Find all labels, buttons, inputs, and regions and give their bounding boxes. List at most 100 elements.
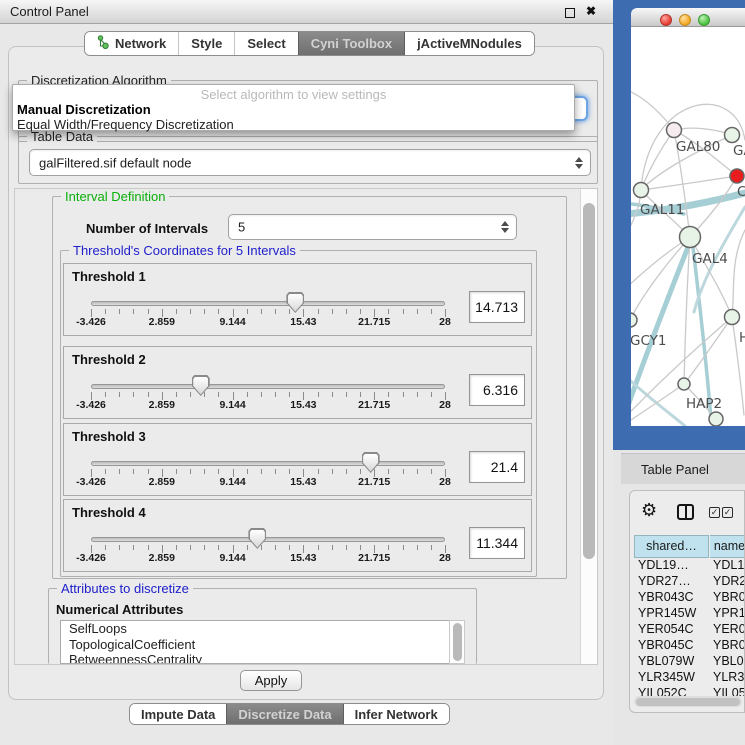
numerical-attributes-list: SelfLoopsTopologicalCoefficientBetweenne… xyxy=(60,620,465,664)
tab-infer-network[interactable]: Infer Network xyxy=(343,704,449,724)
table-row[interactable]: YBL079WYBL079W xyxy=(630,654,745,670)
network-node-gal4[interactable] xyxy=(680,227,701,248)
tab-jactivemnodules[interactable]: jActiveMNodules xyxy=(404,32,534,55)
tab-impute-data[interactable]: Impute Data xyxy=(130,704,226,724)
network-node-label: C xyxy=(737,184,745,200)
slider-track[interactable] xyxy=(91,537,445,542)
minor-tick xyxy=(190,545,191,550)
close-icon[interactable]: ✖ xyxy=(586,4,596,18)
table-row[interactable]: YIL052CYIL052C xyxy=(630,686,745,696)
minor-tick xyxy=(176,469,177,474)
close-light[interactable] xyxy=(660,14,672,26)
horizontal-scrollbar-thumb[interactable] xyxy=(636,698,740,706)
tab-discretize-data[interactable]: Discretize Data xyxy=(226,704,342,724)
combo-stepper-icon xyxy=(575,157,583,169)
network-node-hap2[interactable] xyxy=(678,378,690,390)
slider-thumb[interactable] xyxy=(362,452,380,473)
popup-item-hint: Select algorithm to view settings xyxy=(13,87,574,102)
popup-item-manual-discretization[interactable]: Manual Discretization xyxy=(13,102,574,117)
slider-thumb-face xyxy=(363,454,378,472)
bottom-tab-bar: Impute DataDiscretize DataInfer Network xyxy=(129,703,450,725)
table-data-combo[interactable]: galFiltered.sif default node xyxy=(29,149,591,176)
threshold-value-field[interactable]: 11.344 xyxy=(469,527,525,559)
minor-tick xyxy=(388,469,389,474)
minor-tick xyxy=(403,392,404,397)
table-row[interactable]: YBR045CYBR045C xyxy=(630,638,745,654)
column-header-shared-name[interactable]: shared… xyxy=(634,535,709,558)
attribute-item-betweennesscentrality[interactable]: BetweennessCentrality xyxy=(61,652,464,664)
number-of-intervals-combo[interactable]: 5 xyxy=(228,214,517,240)
checkbox-icon[interactable]: ✓ xyxy=(709,507,720,518)
attribute-item-selfloops[interactable]: SelfLoops xyxy=(61,621,464,637)
network-node-gal80[interactable] xyxy=(667,123,682,138)
tab-cyni-toolbox[interactable]: Cyni Toolbox xyxy=(298,32,404,55)
table-panel-titlebar: Table Panel xyxy=(621,453,745,484)
threshold-panel-3: Threshold 3-3.4262.8599.14415.4321.71528… xyxy=(63,423,532,496)
minor-tick xyxy=(403,309,404,314)
cell-shared-name: YBR045C xyxy=(638,638,708,652)
column-header-name[interactable]: name xyxy=(710,535,745,558)
threshold-panel-1: Threshold 1-3.4262.8599.14415.4321.71528… xyxy=(63,263,532,336)
minor-tick xyxy=(289,469,290,474)
minor-tick xyxy=(190,392,191,397)
minimize-light[interactable] xyxy=(679,14,691,26)
minor-tick xyxy=(388,392,389,397)
list-scrollbar-thumb[interactable] xyxy=(453,623,462,661)
table-row[interactable]: YDL19…YDL19… xyxy=(630,558,745,574)
tab-label: Select xyxy=(247,36,285,51)
split-table-icon[interactable] xyxy=(677,504,694,520)
tick-label: -3.426 xyxy=(76,476,106,488)
cell-shared-name: YLR345W xyxy=(638,670,708,684)
slider-track[interactable] xyxy=(91,384,445,389)
slider-track[interactable] xyxy=(91,461,445,466)
network-canvas[interactable]: GAL80GACGAL11GAL4GCY1HHAP2 xyxy=(631,27,745,426)
table-row[interactable]: YBR043CYBR043C xyxy=(630,590,745,606)
minor-tick xyxy=(247,545,248,550)
minor-tick xyxy=(332,309,333,314)
minor-tick xyxy=(360,469,361,474)
tick-label: 15.43 xyxy=(290,552,316,564)
tab-style[interactable]: Style xyxy=(178,32,234,55)
minor-tick xyxy=(119,392,120,397)
slider-thumb[interactable] xyxy=(192,375,210,396)
minor-tick xyxy=(417,392,418,397)
vertical-scrollbar-thumb[interactable] xyxy=(583,203,595,559)
attribute-item-topologicalcoefficient[interactable]: TopologicalCoefficient xyxy=(61,637,464,653)
slider-thumb[interactable] xyxy=(248,528,266,549)
minor-tick xyxy=(403,469,404,474)
table-row[interactable]: YPR145WYPR145W xyxy=(630,606,745,622)
network-node-c[interactable] xyxy=(730,169,744,183)
checkbox-icon[interactable]: ✓ xyxy=(722,507,733,518)
tick-label: 2.859 xyxy=(149,552,175,564)
minor-tick xyxy=(133,392,134,397)
table-row[interactable]: YLR345WYLR345W xyxy=(630,670,745,686)
cell-shared-name: YBR043C xyxy=(638,590,708,604)
cell-shared-name: YDR27… xyxy=(638,574,708,588)
right-pane: GAL80GACGAL11GAL4GCY1HHAP2 Table Panel ⚙… xyxy=(613,0,745,745)
tick-label: 28 xyxy=(439,552,451,564)
threshold-value-field[interactable]: 21.4 xyxy=(469,451,525,483)
network-node-ga[interactable] xyxy=(725,128,740,143)
cell-name: YDL19… xyxy=(713,558,745,572)
table-row[interactable]: YER054CYER054C xyxy=(630,622,745,638)
network-node-gal11[interactable] xyxy=(634,183,649,198)
zoom-light[interactable] xyxy=(698,14,710,26)
network-node-label: GAL11 xyxy=(640,202,684,218)
network-node-h[interactable] xyxy=(725,310,740,325)
gear-icon[interactable]: ⚙ xyxy=(641,500,657,521)
network-graph: GAL80GACGAL11GAL4GCY1HHAP2 xyxy=(631,27,745,426)
float-icon[interactable] xyxy=(565,8,575,18)
interval-definition-title: Interval Definition xyxy=(61,189,169,204)
tick-label: 9.144 xyxy=(219,399,245,411)
popup-item-equal-width-frequency[interactable]: Equal Width/Frequency Discretization xyxy=(13,117,574,132)
network-node[interactable] xyxy=(709,412,723,426)
threshold-value-field[interactable]: 14.713 xyxy=(469,291,525,323)
threshold-value-field[interactable]: 6.316 xyxy=(469,374,525,406)
slider-track[interactable] xyxy=(91,301,445,306)
minor-tick xyxy=(148,545,149,550)
network-node-gcy1[interactable] xyxy=(631,313,637,327)
tab-select[interactable]: Select xyxy=(234,32,297,55)
apply-button[interactable]: Apply xyxy=(240,670,302,691)
tab-network[interactable]: Network xyxy=(85,32,178,55)
table-row[interactable]: YDR27…YDR27… xyxy=(630,574,745,590)
